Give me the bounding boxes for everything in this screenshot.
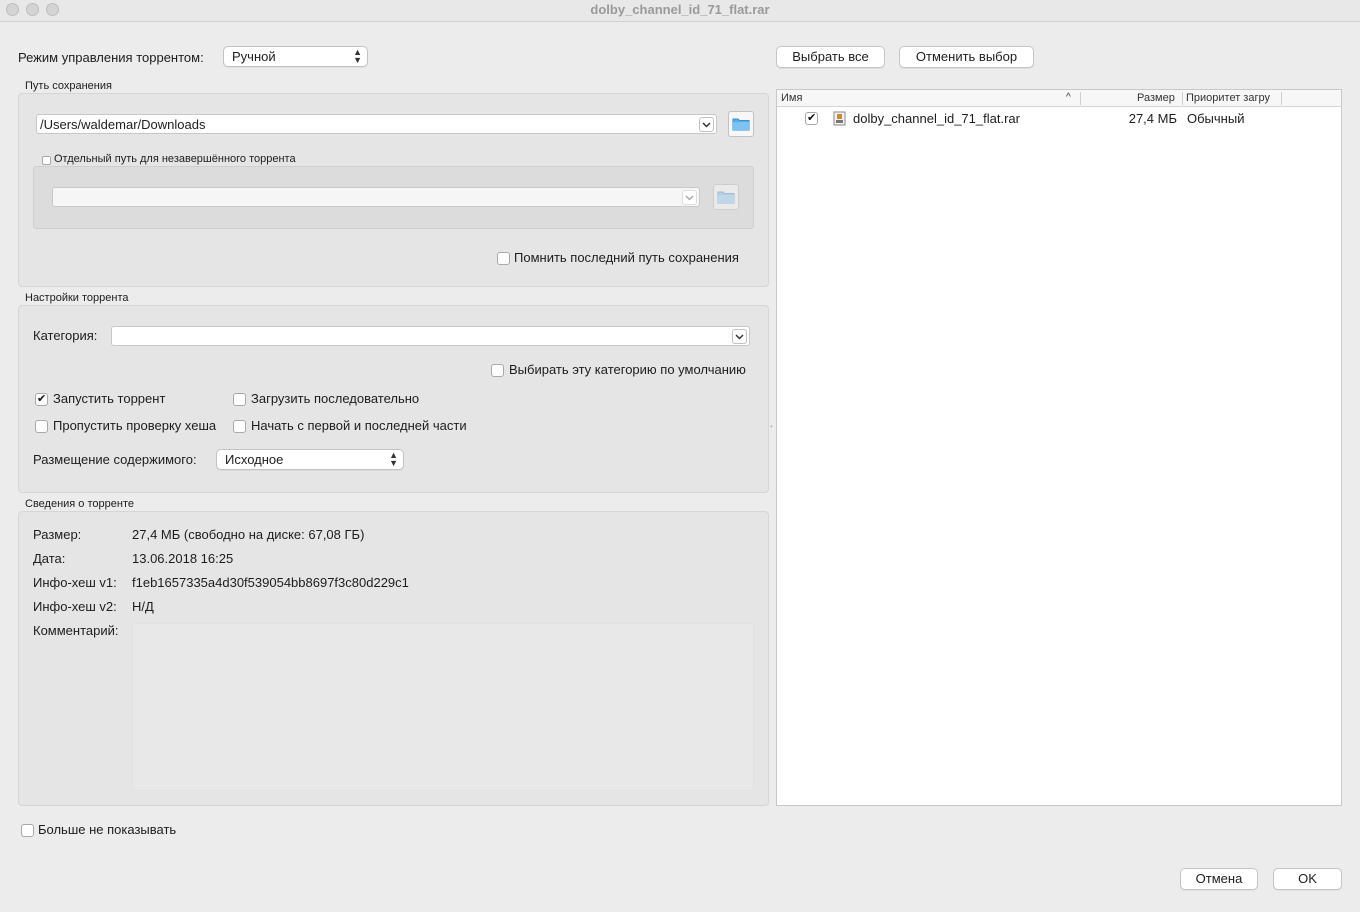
default-category-checkbox[interactable] xyxy=(491,364,504,377)
comment-textarea[interactable] xyxy=(132,623,754,791)
browse-incomplete-path-button[interactable] xyxy=(713,184,739,210)
size-label: Размер: xyxy=(33,527,82,542)
folder-icon xyxy=(717,191,735,204)
file-checkbox[interactable] xyxy=(805,111,818,125)
column-separator[interactable] xyxy=(1080,92,1081,105)
category-label: Категория: xyxy=(33,328,98,343)
info-hash-v2-value: Н/Д xyxy=(132,599,154,614)
torrent-mode-label: Режим управления торрентом: xyxy=(18,50,204,65)
updown-chevron-icon: ▲ ▼ xyxy=(389,450,398,468)
file-tree-header: Имя ^ Размер Приоритет загру xyxy=(777,90,1341,107)
folder-icon xyxy=(732,118,750,131)
start-torrent-checkbox[interactable] xyxy=(35,392,48,406)
torrent-info-group-title: Сведения о торренте xyxy=(25,498,134,510)
column-header-priority[interactable]: Приоритет загру xyxy=(1186,92,1270,104)
file-row[interactable]: dolby_channel_id_71_flat.rar 27,4 МБ Обы… xyxy=(777,108,1341,130)
cancel-button[interactable]: Отмена xyxy=(1180,868,1258,890)
file-name: dolby_channel_id_71_flat.rar xyxy=(853,111,1020,126)
ok-button[interactable]: OK xyxy=(1273,868,1342,890)
info-hash-v1-value: f1eb1657335a4d30f539054bb8697f3c80d229c1 xyxy=(132,575,409,590)
sequential-download-label: Загрузить последовательно xyxy=(251,391,420,406)
separate-path-checkbox[interactable] xyxy=(42,156,51,165)
separate-path-label: Отдельный путь для незавершённого торрен… xyxy=(54,153,296,165)
dont-show-again-label: Больше не показывать xyxy=(38,822,177,837)
sort-ascending-icon: ^ xyxy=(1066,92,1071,103)
torrent-settings-group-title: Настройки торрента xyxy=(25,292,129,304)
column-header-size[interactable]: Размер xyxy=(1137,92,1175,104)
column-separator[interactable] xyxy=(1182,92,1183,105)
skip-hash-check-label: Пропустить проверку хеша xyxy=(53,418,217,433)
info-hash-v1-label: Инфо-хеш v1: xyxy=(33,575,117,590)
column-header-name[interactable]: Имя xyxy=(781,92,802,104)
start-torrent-label: Запустить торрент xyxy=(53,391,166,406)
save-path-combobox[interactable]: /Users/waldemar/Downloads xyxy=(36,114,717,134)
title-bar: dolby_channel_id_71_flat.rar xyxy=(0,0,1360,22)
chevron-down-icon[interactable] xyxy=(732,329,747,344)
browse-save-path-button[interactable] xyxy=(728,111,754,137)
default-category-label: Выбирать эту категорию по умолчанию xyxy=(509,362,746,377)
skip-hash-check-checkbox[interactable] xyxy=(35,420,48,433)
content-layout-value: Исходное xyxy=(225,452,284,467)
info-hash-v2-label: Инфо-хеш v2: xyxy=(33,599,117,614)
size-value: 27,4 МБ (свободно на диске: 67,08 ГБ) xyxy=(132,527,365,542)
comment-label: Комментарий: xyxy=(33,623,119,638)
file-size: 27,4 МБ xyxy=(1128,111,1177,126)
chevron-down-icon[interactable] xyxy=(699,117,714,132)
first-last-piece-label: Начать с первой и последней части xyxy=(251,418,467,433)
date-value: 13.06.2018 16:25 xyxy=(132,551,234,566)
updown-chevron-icon: ▲ ▼ xyxy=(353,47,362,65)
save-path-group-title: Путь сохранения xyxy=(25,80,112,92)
date-label: Дата: xyxy=(33,551,66,566)
dont-show-again-checkbox[interactable] xyxy=(21,824,34,837)
incomplete-path-combobox[interactable] xyxy=(52,187,700,207)
select-all-button[interactable]: Выбрать все xyxy=(776,46,885,68)
splitter-handle[interactable]: • xyxy=(770,422,774,431)
content-layout-select[interactable]: Исходное ▲ ▼ xyxy=(216,449,404,470)
window-title: dolby_channel_id_71_flat.rar xyxy=(590,2,770,17)
first-last-piece-checkbox[interactable] xyxy=(233,420,246,433)
category-combobox[interactable] xyxy=(111,326,750,346)
content-layout-label: Размещение содержимого: xyxy=(33,452,197,467)
sequential-download-checkbox[interactable] xyxy=(233,393,246,406)
remember-path-label: Помнить последний путь сохранения xyxy=(514,250,739,265)
save-path-value: /Users/waldemar/Downloads xyxy=(40,117,206,132)
file-tree[interactable]: Имя ^ Размер Приоритет загру dolby_chann… xyxy=(776,89,1342,806)
file-priority[interactable]: Обычный xyxy=(1187,111,1244,126)
torrent-mode-value: Ручной xyxy=(232,49,276,64)
chevron-down-icon[interactable] xyxy=(682,190,697,205)
remember-path-checkbox[interactable] xyxy=(497,252,510,265)
column-separator[interactable] xyxy=(1281,92,1282,105)
torrent-mode-select[interactable]: Ручной ▲ ▼ xyxy=(223,46,368,67)
deselect-all-button[interactable]: Отменить выбор xyxy=(899,46,1034,68)
archive-file-icon xyxy=(833,111,846,126)
